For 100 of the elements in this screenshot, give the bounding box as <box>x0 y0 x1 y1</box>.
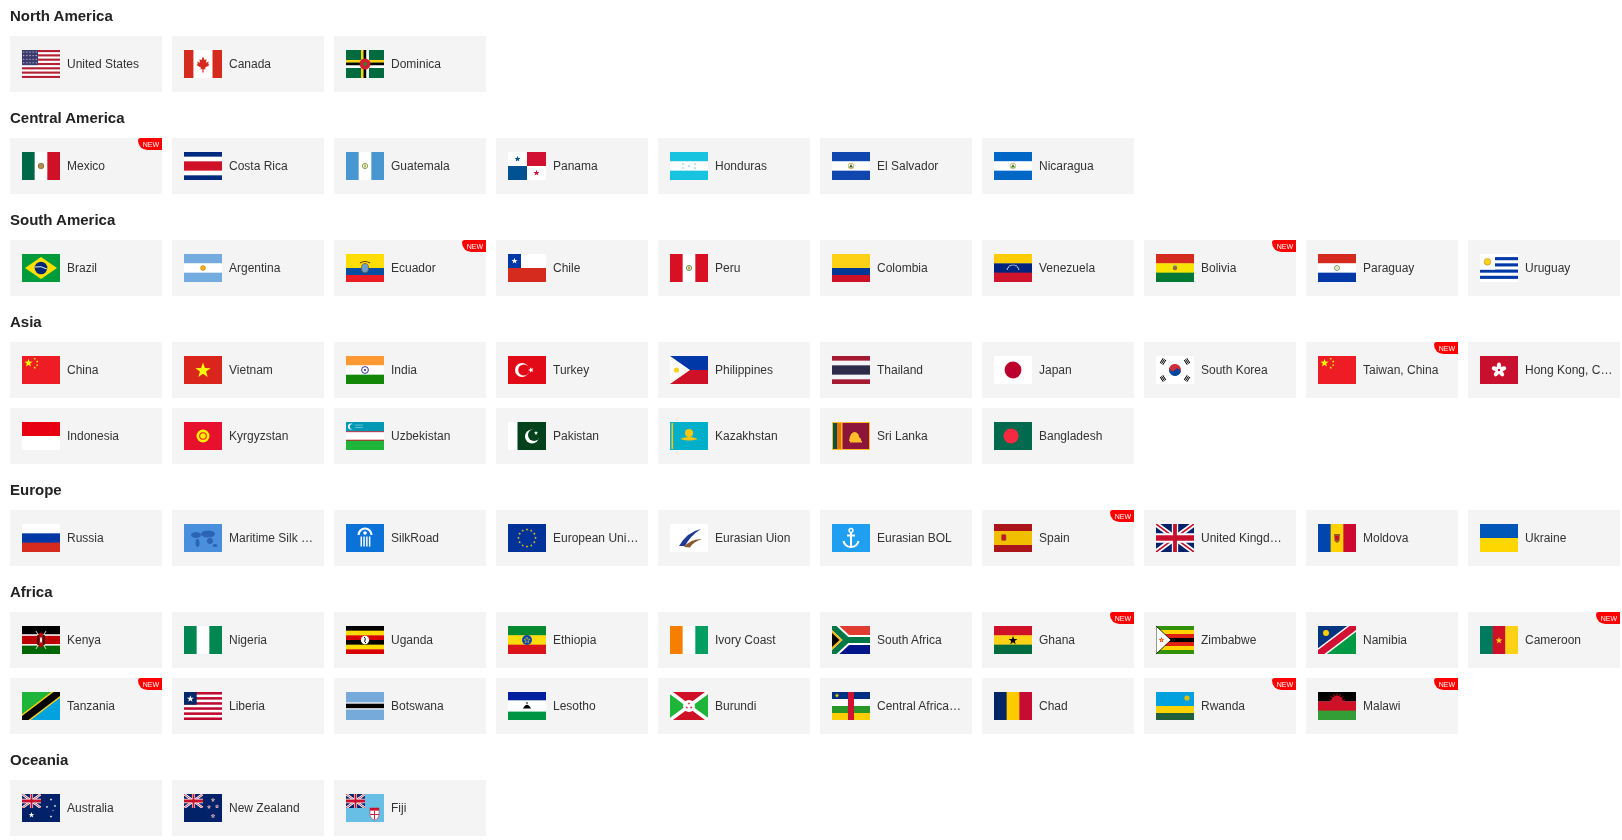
flag-icon <box>184 254 222 282</box>
country-card[interactable]: Dominica <box>334 36 486 92</box>
country-card[interactable]: Thailand <box>820 342 972 398</box>
country-card[interactable]: Nicaragua <box>982 138 1134 194</box>
flag-icon <box>670 422 708 450</box>
country-card[interactable]: Pakistan <box>496 408 648 464</box>
country-card[interactable]: Eurasian Uion <box>658 510 810 566</box>
region-heading: Europe <box>10 480 62 500</box>
flag-icon <box>346 356 384 384</box>
country-card[interactable]: Japan <box>982 342 1134 398</box>
country-card[interactable]: Eurasian BOL <box>820 510 972 566</box>
country-card[interactable]: United States <box>10 36 162 92</box>
flag-icon <box>346 794 384 822</box>
flag-icon <box>1318 692 1356 720</box>
country-card[interactable]: Kenya <box>10 612 162 668</box>
flag-icon <box>22 50 60 78</box>
flag-icon <box>994 692 1032 720</box>
country-card[interactable]: Moldova <box>1306 510 1458 566</box>
flag-icon <box>508 152 546 180</box>
country-card[interactable]: Bangladesh <box>982 408 1134 464</box>
country-card[interactable]: Kyrgyzstan <box>172 408 324 464</box>
flag-icon <box>22 692 60 720</box>
country-card[interactable]: Ukraine <box>1468 510 1620 566</box>
country-card[interactable]: Panama <box>496 138 648 194</box>
country-card[interactable]: Uruguay <box>1468 240 1620 296</box>
country-card[interactable]: South Korea <box>1144 342 1296 398</box>
country-card[interactable]: United Kingd… <box>1144 510 1296 566</box>
country-card[interactable]: Maritime Silk … <box>172 510 324 566</box>
region-heading: Africa <box>10 582 53 602</box>
country-card[interactable]: Liberia <box>172 678 324 734</box>
country-card[interactable]: Chile <box>496 240 648 296</box>
country-card[interactable]: Argentina <box>172 240 324 296</box>
country-card[interactable]: Vietnam <box>172 342 324 398</box>
country-card[interactable]: Brazil <box>10 240 162 296</box>
country-card[interactable]: South Africa <box>820 612 972 668</box>
country-card[interactable]: Paraguay <box>1306 240 1458 296</box>
country-card[interactable]: Uzbekistan <box>334 408 486 464</box>
flag-icon <box>832 152 870 180</box>
flag-icon <box>346 692 384 720</box>
flag-icon <box>22 794 60 822</box>
country-card[interactable]: Lesotho <box>496 678 648 734</box>
country-card[interactable]: Botswana <box>334 678 486 734</box>
country-card[interactable]: China <box>10 342 162 398</box>
flag-icon <box>22 422 60 450</box>
flag-icon <box>184 152 222 180</box>
flag-icon <box>994 524 1032 552</box>
country-card[interactable]: Sri Lanka <box>820 408 972 464</box>
country-card[interactable]: Uganda <box>334 612 486 668</box>
country-card[interactable]: Peru <box>658 240 810 296</box>
country-card[interactable]: SilkRoad <box>334 510 486 566</box>
country-card[interactable]: Honduras <box>658 138 810 194</box>
country-card[interactable]: Ethiopia <box>496 612 648 668</box>
flag-icon <box>184 422 222 450</box>
flag-icon <box>1156 692 1194 720</box>
country-card[interactable]: Central Africa… <box>820 678 972 734</box>
flag-icon <box>1318 524 1356 552</box>
country-card[interactable]: Nigeria <box>172 612 324 668</box>
flag-icon <box>184 692 222 720</box>
region-heading: Central America <box>10 108 125 128</box>
flag-icon <box>1480 254 1518 282</box>
flag-icon <box>22 356 60 384</box>
country-card[interactable]: European Uni… <box>496 510 648 566</box>
country-card[interactable]: Namibia <box>1306 612 1458 668</box>
country-card[interactable]: Colombia <box>820 240 972 296</box>
flag-icon <box>670 254 708 282</box>
country-card[interactable]: Philippines <box>658 342 810 398</box>
flag-icon <box>184 356 222 384</box>
country-card[interactable]: Australia <box>10 780 162 836</box>
flag-icon <box>508 524 546 552</box>
country-card[interactable]: Fiji <box>334 780 486 836</box>
flag-icon <box>346 626 384 654</box>
flag-icon <box>346 50 384 78</box>
country-card[interactable]: Zimbabwe <box>1144 612 1296 668</box>
country-card[interactable]: Hong Kong, C… <box>1468 342 1620 398</box>
country-card[interactable]: Indonesia <box>10 408 162 464</box>
flag-icon <box>1318 626 1356 654</box>
flag-icon <box>670 356 708 384</box>
country-card[interactable]: Costa Rica <box>172 138 324 194</box>
country-card[interactable]: Chad <box>982 678 1134 734</box>
flag-icon <box>508 626 546 654</box>
emblem-icon <box>346 524 384 552</box>
country-card[interactable]: Burundi <box>658 678 810 734</box>
flag-icon <box>184 626 222 654</box>
flag-icon <box>1480 356 1518 384</box>
country-card[interactable]: Canada <box>172 36 324 92</box>
flag-icon <box>832 254 870 282</box>
country-card[interactable]: Kazakhstan <box>658 408 810 464</box>
country-card[interactable]: Russia <box>10 510 162 566</box>
flag-icon <box>22 524 60 552</box>
country-card[interactable]: India <box>334 342 486 398</box>
country-card[interactable]: New Zealand <box>172 780 324 836</box>
country-card[interactable]: Turkey <box>496 342 648 398</box>
country-card[interactable]: Venezuela <box>982 240 1134 296</box>
country-card[interactable]: El Salvador <box>820 138 972 194</box>
country-card[interactable]: Guatemala <box>334 138 486 194</box>
anchor-icon <box>832 524 870 552</box>
flag-icon <box>346 254 384 282</box>
flag-icon <box>1156 626 1194 654</box>
region-heading: South America <box>10 210 116 230</box>
country-card[interactable]: Ivory Coast <box>658 612 810 668</box>
